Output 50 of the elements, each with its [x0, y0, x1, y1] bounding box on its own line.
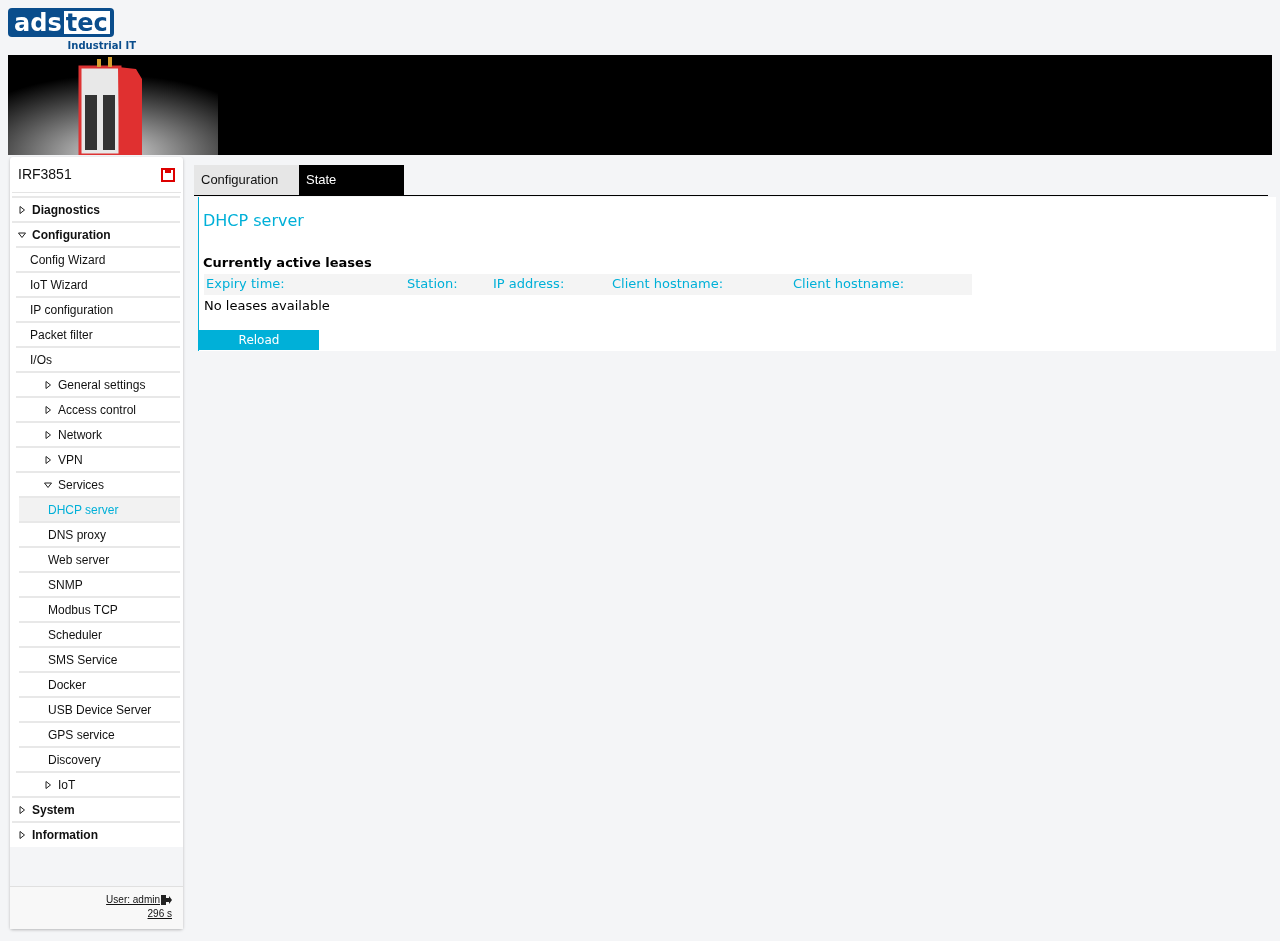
caret-right-icon	[44, 430, 52, 439]
caret-right-icon	[18, 805, 26, 814]
menu-item[interactable]: Docker	[19, 671, 180, 696]
tab[interactable]: State	[299, 165, 404, 195]
menu-group-item[interactable]: VPN	[16, 446, 180, 471]
menu-item[interactable]: IoT Wizard	[16, 271, 180, 296]
menu-item[interactable]: GPS service	[19, 721, 180, 746]
caret-right-icon	[18, 205, 26, 214]
column-header: Client hostname:	[792, 275, 906, 294]
logo: ads tec	[8, 8, 114, 37]
empty-message: No leases available	[203, 296, 331, 315]
caret-right-icon	[44, 780, 52, 789]
page-title: DHCP server	[202, 210, 305, 232]
user-link[interactable]: User: admin	[106, 893, 160, 907]
save-icon[interactable]	[161, 167, 175, 182]
logout-icon[interactable]	[161, 895, 172, 905]
menu-item[interactable]: SNMP	[19, 571, 180, 596]
menu-item[interactable]: I/Os	[16, 346, 180, 371]
menu-group-item[interactable]: Access control	[16, 396, 180, 421]
caret-right-icon	[44, 405, 52, 414]
menu-item[interactable]: DNS proxy	[19, 521, 180, 546]
section-heading: Currently active leases	[202, 254, 373, 272]
menu-item[interactable]: IP configuration	[16, 296, 180, 321]
menu-item[interactable]: Packet filter	[16, 321, 180, 346]
menu-group-item[interactable]: Diagnostics	[12, 196, 180, 221]
caret-down-icon	[44, 480, 52, 489]
menu-group-item[interactable]: System	[12, 796, 180, 821]
menu-group-item[interactable]: Network	[16, 421, 180, 446]
caret-right-icon	[18, 830, 26, 839]
menu-item[interactable]: USB Device Server	[19, 696, 180, 721]
menu-group-item[interactable]: Configuration	[12, 221, 180, 246]
caret-right-icon	[44, 380, 52, 389]
menu-item[interactable]: Modbus TCP	[19, 596, 180, 621]
menu-item[interactable]: Web server	[19, 546, 180, 571]
menu-group-item[interactable]: General settings	[16, 371, 180, 396]
tab[interactable]: Configuration	[194, 165, 299, 195]
column-header: Station:	[406, 275, 459, 294]
menu-item[interactable]: Scheduler	[19, 621, 180, 646]
caret-down-icon	[18, 230, 26, 239]
column-header: IP address:	[492, 275, 566, 294]
column-header: Expiry time:	[205, 275, 286, 294]
device-name: IRF3851	[18, 165, 72, 184]
session-timer[interactable]: 296 s	[147, 907, 172, 921]
logo-tagline: Industrial IT	[67, 41, 136, 51]
caret-right-icon	[44, 455, 52, 464]
menu-item[interactable]: Discovery	[19, 746, 180, 771]
menu-item[interactable]: Config Wizard	[16, 246, 180, 271]
menu-item[interactable]: SMS Service	[19, 646, 180, 671]
column-header: Client hostname:	[611, 275, 725, 294]
menu-group-item[interactable]: IoT	[16, 771, 180, 796]
